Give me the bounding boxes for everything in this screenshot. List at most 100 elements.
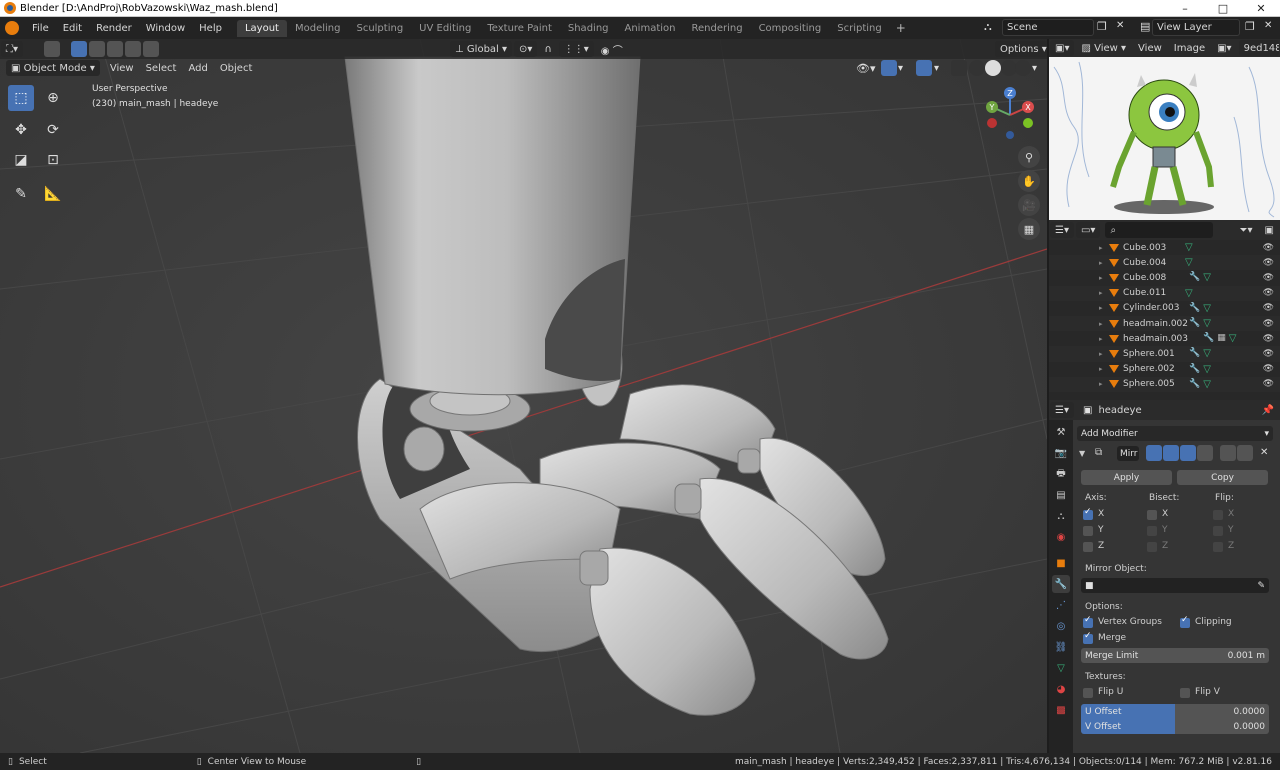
filter-button[interactable]: ⏷▾: [1235, 222, 1258, 238]
visibility-eye-icon[interactable]: 👁: [1263, 258, 1274, 268]
mesh-data-icon[interactable]: ▽: [1185, 257, 1193, 268]
outliner-row[interactable]: ▸ Sphere.001 🔧 ▽ 👁: [1049, 346, 1280, 362]
tab-rendering[interactable]: Rendering: [683, 20, 750, 37]
snap-toggle[interactable]: ∩: [539, 41, 556, 57]
copy-button[interactable]: Copy: [1177, 470, 1268, 485]
image-view-dropdown[interactable]: ▨ View ▾: [1076, 40, 1131, 56]
pin-icon[interactable]: 📌: [1262, 405, 1274, 416]
modifier-wrench-icon[interactable]: 🔧: [1189, 364, 1200, 375]
shading-solid-icon[interactable]: [985, 60, 1001, 76]
xray-toggle-icon[interactable]: [951, 60, 967, 76]
menu-add[interactable]: Add: [183, 60, 212, 76]
outliner-item-name[interactable]: Sphere.001: [1123, 349, 1175, 359]
menu-file[interactable]: File: [25, 23, 56, 34]
mesh-data-icon[interactable]: ▽: [1203, 303, 1211, 314]
visibility-eye-icon[interactable]: 👁: [1263, 319, 1274, 329]
visibility-eye-icon[interactable]: 👁: [1263, 364, 1274, 374]
menu-help[interactable]: Help: [192, 23, 229, 34]
outliner-item-name[interactable]: Cube.008: [1123, 273, 1166, 283]
flip-y-checkbox[interactable]: [1213, 526, 1223, 536]
gizmo-toggle-icon[interactable]: [881, 60, 897, 76]
show-on-cage-icon[interactable]: [1197, 445, 1213, 461]
visibility-eye-icon[interactable]: 👁: [1263, 334, 1274, 344]
tab-physics[interactable]: ◎: [1052, 617, 1070, 635]
tab-tool[interactable]: ⚒: [1052, 423, 1070, 441]
select-invert-icon[interactable]: [125, 41, 142, 57]
tab-material[interactable]: ◕: [1052, 680, 1070, 698]
modifier-wrench-icon[interactable]: 🔧: [1189, 272, 1200, 283]
zoom-button[interactable]: ⚲: [1018, 146, 1040, 168]
mode-dropdown[interactable]: ▣ Object Mode ▾: [6, 60, 100, 76]
overlay-dropdown-icon[interactable]: ▾: [934, 63, 939, 74]
expand-arrow-icon[interactable]: ▸: [1099, 274, 1107, 282]
outliner-row[interactable]: ▸ Cube.004 ▽ 👁: [1049, 255, 1280, 271]
mesh-data-icon[interactable]: ▽: [1203, 379, 1211, 390]
tab-scene[interactable]: ⛬: [1052, 507, 1070, 525]
bisect-z-checkbox[interactable]: [1147, 542, 1157, 552]
mesh-data-icon[interactable]: ▽: [1203, 272, 1211, 283]
tab-world[interactable]: ◉: [1052, 528, 1070, 546]
select-intersect-icon[interactable]: [143, 41, 160, 57]
outliner-type-button[interactable]: ☰▾: [1050, 222, 1074, 238]
flip-z-checkbox[interactable]: [1213, 542, 1223, 552]
new-collection-button[interactable]: ▣: [1260, 222, 1279, 238]
transform-tool[interactable]: ⊡: [40, 147, 66, 173]
shading-wireframe-icon[interactable]: [969, 60, 985, 76]
shading-rendered-icon[interactable]: [1015, 60, 1031, 76]
visibility-eye-icon[interactable]: 👁: [1263, 243, 1274, 253]
scene-browse-icon[interactable]: ❐: [1097, 20, 1107, 33]
visibility-eye-icon[interactable]: 👁: [1263, 349, 1274, 359]
tab-view-layer[interactable]: ▤: [1052, 486, 1070, 504]
outliner-row[interactable]: ▸ headmain.002 🔧 ▽ 👁: [1049, 315, 1280, 332]
close-window-button[interactable]: ✕: [1242, 0, 1280, 17]
view-layer-icon[interactable]: ▤: [1140, 20, 1150, 33]
cursor-tool[interactable]: ⊕: [40, 85, 66, 111]
tab-sculpting[interactable]: Sculpting: [348, 20, 411, 37]
tab-modeling[interactable]: Modeling: [287, 20, 349, 37]
outliner-row[interactable]: ▸ Cube.003 ▽ 👁: [1049, 240, 1280, 255]
eyedropper-icon[interactable]: ✎: [1257, 581, 1265, 591]
expand-arrow-icon[interactable]: ▸: [1099, 244, 1107, 252]
tab-render[interactable]: 📷: [1052, 444, 1070, 462]
visibility-eye-icon[interactable]: 👁: [1263, 303, 1274, 313]
outliner-item-name[interactable]: Cube.011: [1123, 288, 1166, 298]
snap-target-button[interactable]: ⋮⋮▾: [558, 41, 594, 57]
view-layer-close-icon[interactable]: ✕: [1264, 20, 1272, 31]
ortho-toggle-button[interactable]: ▦: [1018, 218, 1040, 240]
grid-modifier-icon[interactable]: ▦: [1217, 333, 1226, 344]
image-browse-icon[interactable]: ▣▾: [1212, 40, 1236, 56]
overlay-toggle-icon[interactable]: [916, 60, 932, 76]
menu-window[interactable]: Window: [139, 23, 192, 34]
camera-view-button[interactable]: 🎥: [1018, 194, 1040, 216]
u-offset-field[interactable]: U Offset 0.0000: [1081, 704, 1269, 719]
move-tool[interactable]: ✥: [8, 117, 34, 143]
expand-arrow-icon[interactable]: ▸: [1099, 350, 1107, 358]
outliner-item-name[interactable]: Sphere.002: [1123, 364, 1175, 374]
flip-v-checkbox[interactable]: [1180, 688, 1190, 698]
outliner-item-name[interactable]: Cylinder.003: [1123, 303, 1179, 313]
show-in-render-icon[interactable]: [1146, 445, 1162, 461]
merge-limit-field[interactable]: Merge Limit 0.001 m: [1081, 648, 1269, 663]
tab-layout[interactable]: Layout: [236, 19, 287, 37]
flip-u-checkbox[interactable]: [1083, 688, 1093, 698]
shading-dropdown-icon[interactable]: ▾: [1032, 63, 1037, 74]
tab-texture[interactable]: ▩: [1052, 701, 1070, 719]
outliner-row[interactable]: ▸ Sphere.002 🔧 ▽ 👁: [1049, 362, 1280, 377]
view-layer-browse-icon[interactable]: ❐: [1245, 20, 1255, 33]
expand-arrow-icon[interactable]: ▸: [1099, 320, 1107, 328]
flip-x-checkbox[interactable]: [1213, 510, 1223, 520]
mesh-data-icon[interactable]: ▽: [1185, 288, 1193, 299]
menu-edit[interactable]: Edit: [56, 23, 89, 34]
tab-animation[interactable]: Animation: [617, 20, 684, 37]
3d-viewport[interactable]: ⛶▾ ⊥ Global ▾ ⊙▾ ∩ ⋮⋮▾ ◉ ⌒ Options ▾ ▣ O…: [0, 39, 1047, 753]
proportional-edit-toggle[interactable]: ◉ ⌒: [596, 41, 628, 57]
select-extend-icon[interactable]: [89, 41, 106, 57]
image-menu-image[interactable]: Image: [1169, 40, 1210, 56]
select-new-icon[interactable]: [71, 41, 88, 57]
axis-z-checkbox[interactable]: [1083, 542, 1093, 552]
properties-type-button[interactable]: ☰▾: [1050, 402, 1074, 418]
pan-button[interactable]: ✋: [1018, 170, 1040, 192]
scene-field[interactable]: Scene: [1002, 19, 1094, 36]
tab-scripting[interactable]: Scripting: [829, 20, 889, 37]
menu-object[interactable]: Object: [215, 60, 258, 76]
